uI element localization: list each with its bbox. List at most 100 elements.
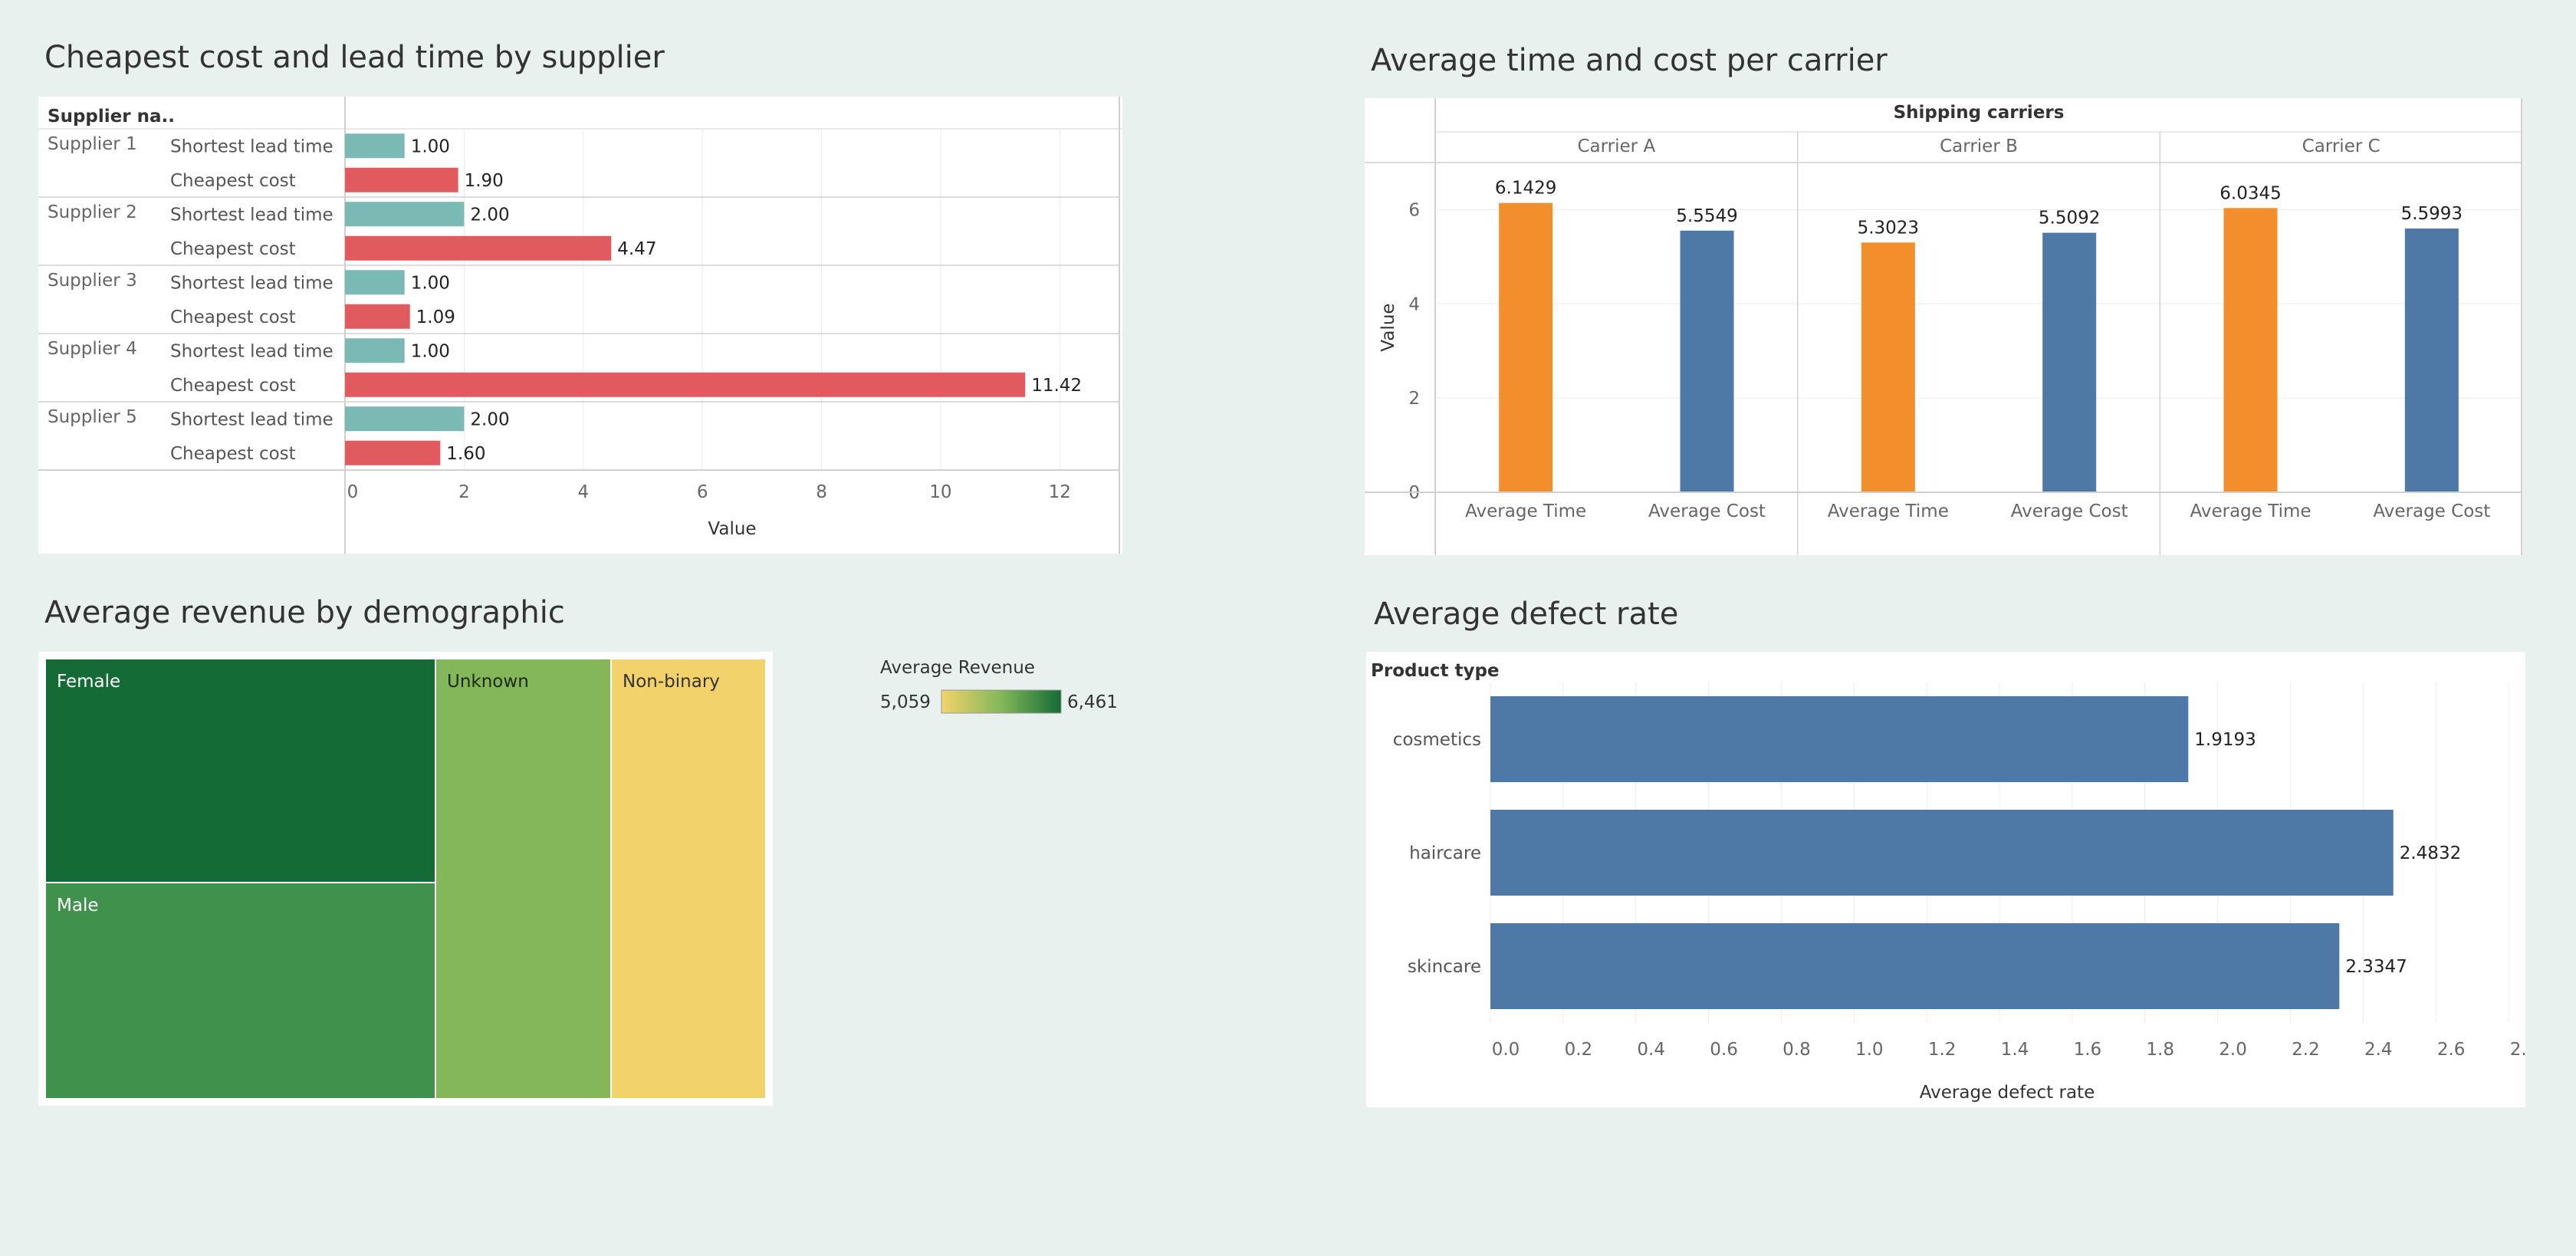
bar-carrier-b-average-cost xyxy=(2042,232,2097,492)
measure-label: Cheapest cost xyxy=(170,444,296,464)
x-tick-label: 0.8 xyxy=(1783,1040,1811,1060)
y-tick-label: 2 xyxy=(1408,389,1420,409)
bar-supplier-2-cheapest-cost xyxy=(345,235,612,261)
legend-title: Average Revenue xyxy=(880,658,1035,678)
x-tick-label: 10 xyxy=(929,482,951,502)
bar-value-label: 2.00 xyxy=(470,409,509,429)
supplier-name-label: Supplier 5 xyxy=(48,407,137,427)
bar-supplier-5-cheapest-cost xyxy=(345,440,441,465)
defect-chart-title: Average defect rate xyxy=(1374,597,1679,632)
bar-value-label: 1.00 xyxy=(411,136,450,156)
x-tick-label: 6 xyxy=(697,482,708,502)
measure-label: Shortest lead time xyxy=(170,136,334,156)
bar-supplier-4-shortest-lead-time xyxy=(345,338,405,363)
measure-label: Cheapest cost xyxy=(170,171,296,191)
bar-supplier-2-shortest-lead-time xyxy=(345,202,465,227)
supplier-chart-title: Cheapest cost and lead time by supplier xyxy=(44,40,665,75)
legend-min-label: 5,059 xyxy=(880,692,931,712)
bar-value-label: 5.5993 xyxy=(2401,204,2463,224)
bar-carrier-a-average-time xyxy=(1499,202,1553,492)
supplier-chart-panel: Supplier na.. Supplier 1 Shortest lead tim… xyxy=(38,97,1122,554)
bar-carrier-b-average-time xyxy=(1861,242,1915,492)
x-tick-label: 1.4 xyxy=(2001,1040,2029,1060)
bar-value-label: 1.90 xyxy=(465,171,504,191)
x-tick-label: 2.2 xyxy=(2292,1040,2320,1060)
treemap-label-female: Female xyxy=(57,672,120,692)
panel-label-carrier-a: Carrier A xyxy=(1577,136,1655,156)
defect-chart-panel: Product type 0.0 0.2 0.4 0.6 0.8 1.0 1.2 1.4 1.6 1… xyxy=(1366,652,2538,1107)
revenue-legend-graphic: Average Revenue 5,059 6,461 xyxy=(880,658,1118,714)
treemap-label-non-binary: Non-binary xyxy=(623,672,720,692)
product-type-header: Product type xyxy=(1371,661,1500,681)
x-tick-label: 1.8 xyxy=(2146,1040,2174,1060)
bar-value-label: 1.00 xyxy=(411,273,450,293)
bar-value-label: 5.3023 xyxy=(1858,218,1919,238)
bar-value-label: 2.00 xyxy=(470,205,509,225)
x-category-label: Average Cost xyxy=(1648,501,1766,521)
x-category-label: Average Cost xyxy=(2011,501,2128,521)
bar-value-label: 2.3347 xyxy=(2345,957,2407,977)
treemap-cell-non-binary xyxy=(612,659,765,1098)
bar-value-label: 1.09 xyxy=(416,307,455,327)
x-tick-label: 2.6 xyxy=(2437,1040,2466,1060)
x-tick-label: 2.4 xyxy=(2364,1040,2393,1060)
y-tick-label: 6 xyxy=(1408,200,1420,220)
bar-value-label: 6.1429 xyxy=(1495,179,1556,199)
measure-label: Cheapest cost xyxy=(170,239,296,259)
x-tick-label: 4 xyxy=(577,482,589,502)
bar-skincare xyxy=(1490,923,2340,1009)
x-tick-label: 0.6 xyxy=(1710,1040,1738,1060)
treemap-label-unknown: Unknown xyxy=(447,672,529,692)
revenue-legend: Average Revenue 5,059 6,461 xyxy=(874,653,1135,722)
supplier-row-header: Supplier na.. xyxy=(48,107,175,127)
y-tick-label: 4 xyxy=(1408,294,1420,314)
bar-supplier-5-shortest-lead-time xyxy=(345,406,465,432)
supplier-chart: Supplier na.. Supplier 1 Shortest lead tim… xyxy=(38,97,1122,554)
x-axis-title: Average defect rate xyxy=(1920,1083,2095,1103)
bar-value-label: 1.60 xyxy=(446,444,485,464)
supplier-name-label: Supplier 1 xyxy=(48,134,137,154)
bar-value-label: 1.9193 xyxy=(2194,730,2256,750)
bar-value-label: 1.00 xyxy=(411,341,450,361)
x-tick-label: 0.4 xyxy=(1637,1040,1665,1060)
panel-label-carrier-b: Carrier B xyxy=(1940,136,2018,156)
x-tick-label: 0.2 xyxy=(1565,1040,1593,1060)
carrier-chart: Shipping carriers0246ValueCarrier A6.142… xyxy=(1365,98,2522,555)
category-label-skincare: skincare xyxy=(1408,957,1481,977)
bar-value-label: 11.42 xyxy=(1031,376,1082,396)
x-tick-label: 12 xyxy=(1049,482,1071,502)
measure-label: Shortest lead time xyxy=(170,273,334,293)
bar-carrier-a-average-cost xyxy=(1680,230,1734,492)
x-tick-label: 8 xyxy=(816,482,827,502)
treemap-label-male: Male xyxy=(57,896,98,916)
bar-value-label: 2.4832 xyxy=(2400,843,2461,863)
supplier-name-label: Supplier 3 xyxy=(48,271,137,291)
legend-max-label: 6,461 xyxy=(1067,692,1118,712)
bar-value-label: 5.5549 xyxy=(1676,206,1737,226)
treemap-cell-female xyxy=(46,659,435,882)
defect-chart: Product type 0.0 0.2 0.4 0.6 0.8 1.0 1.2 1.4 1.6 1… xyxy=(1371,661,2538,1103)
carrier-chart-title: Average time and cost per carrier xyxy=(1371,43,1888,78)
x-tick-label: 1.0 xyxy=(1855,1040,1884,1060)
y-axis-title: Value xyxy=(1378,303,1398,351)
treemap-cell-unknown xyxy=(436,659,610,1098)
carrier-chart-panel: Shipping carriers0246ValueCarrier A6.142… xyxy=(1365,98,2522,555)
supplier-name-label: Supplier 2 xyxy=(48,202,137,222)
x-axis-title: Value xyxy=(708,519,756,539)
bar-supplier-1-cheapest-cost xyxy=(345,167,458,192)
bar-cosmetics xyxy=(1490,696,2189,782)
category-label-cosmetics: cosmetics xyxy=(1393,730,1481,750)
bar-supplier-3-cheapest-cost xyxy=(345,304,410,329)
x-category-label: Average Time xyxy=(1465,501,1586,521)
bar-carrier-c-average-cost xyxy=(2404,229,2459,492)
measure-label: Shortest lead time xyxy=(170,205,334,225)
bar-haircare xyxy=(1490,810,2394,896)
x-category-label: Average Time xyxy=(2190,501,2311,521)
x-category-label: Average Cost xyxy=(2373,501,2490,521)
bar-supplier-1-shortest-lead-time xyxy=(345,133,405,159)
demographic-treemap: Female Male Unknown Non-binary xyxy=(46,659,765,1098)
bar-value-label: 5.5092 xyxy=(2039,209,2100,229)
panel-label-carrier-c: Carrier C xyxy=(2302,136,2380,156)
bar-value-label: 4.47 xyxy=(617,239,656,259)
measure-label: Shortest lead time xyxy=(170,409,334,429)
